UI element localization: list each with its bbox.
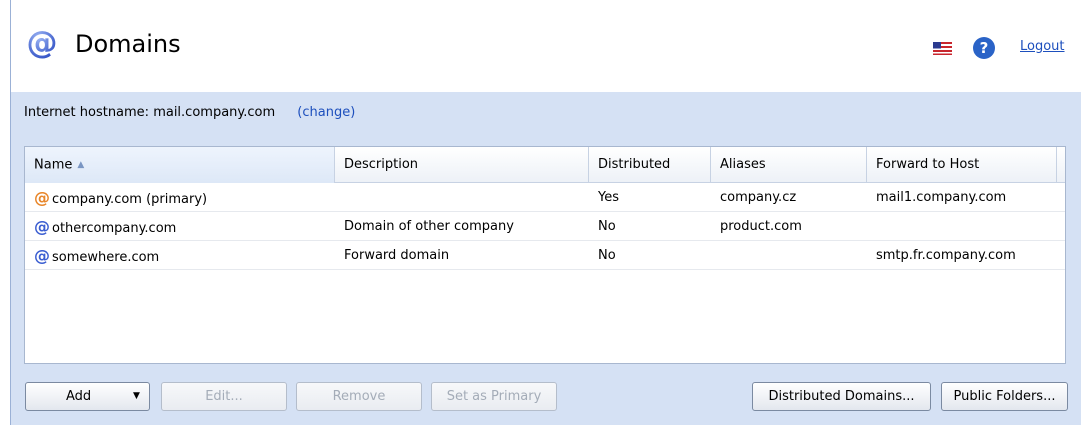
column-header-distributed[interactable]: Distributed <box>589 147 711 183</box>
cell-forward-to-host: smtp.fr.company.com <box>876 248 1016 263</box>
logout-link[interactable]: Logout <box>1020 39 1065 54</box>
table-row[interactable]: @ othercompany.com Domain of other compan… <box>25 212 1065 241</box>
domain-name: company.com (primary) <box>52 192 208 207</box>
svg-text:@: @ <box>27 26 58 60</box>
add-button[interactable]: Add ▼ <box>25 382 150 411</box>
change-hostname-link[interactable]: (change) <box>297 105 355 120</box>
page-header: @ Domains ? Logout <box>11 0 1081 92</box>
cell-aliases: company.cz <box>720 190 797 205</box>
cell-name: @ somewhere.com <box>25 241 335 270</box>
remove-button[interactable]: Remove <box>296 382 422 411</box>
cell-name: @ company.com (primary) <box>25 183 335 212</box>
at-icon: @ <box>34 217 50 236</box>
at-icon: @ <box>34 246 50 265</box>
cell-distributed: Yes <box>598 190 619 205</box>
cell-description: Forward domain <box>344 248 450 263</box>
at-sign-icon: @ <box>27 26 58 60</box>
domains-panel: Internet hostname: mail.company.com (cha… <box>11 92 1081 425</box>
column-header-name[interactable]: Name ▲ <box>25 147 335 183</box>
cell-forward-to-host <box>867 212 1057 241</box>
sort-ascending-icon: ▲ <box>77 160 85 170</box>
us-flag-icon[interactable] <box>933 42 952 55</box>
column-header-description[interactable]: Description <box>335 147 589 183</box>
column-header-label: Name <box>34 157 73 173</box>
cell-distributed: No <box>598 219 616 234</box>
cell-distributed: No <box>598 248 616 263</box>
domain-name: othercompany.com <box>52 221 177 236</box>
cell-name: @ othercompany.com <box>25 212 335 241</box>
cell-aliases: product.com <box>720 219 802 234</box>
column-header-forward-to-host[interactable]: Forward to Host <box>867 147 1057 183</box>
page-title: Domains <box>75 30 181 58</box>
table-row[interactable]: @ somewhere.com Forward domain No smtp.fr… <box>25 241 1065 270</box>
hostname-row: Internet hostname: mail.company.com (cha… <box>24 105 355 120</box>
dropdown-arrow-icon[interactable]: ▼ <box>133 383 140 410</box>
table-header: Name ▲ Description Distributed Aliases Fo… <box>25 147 1065 183</box>
domains-table: Name ▲ Description Distributed Aliases Fo… <box>24 146 1066 364</box>
table-row[interactable]: @ company.com (primary) Yes company.cz ma… <box>25 183 1065 212</box>
edit-button[interactable]: Edit... <box>161 382 287 411</box>
set-as-primary-button[interactable]: Set as Primary <box>431 382 557 411</box>
cell-forward-to-host: mail1.company.com <box>876 190 1007 205</box>
help-icon[interactable]: ? <box>973 37 995 59</box>
distributed-domains-button[interactable]: Distributed Domains... <box>752 382 931 411</box>
public-folders-button[interactable]: Public Folders... <box>941 382 1068 411</box>
cell-description: Domain of other company <box>344 219 514 234</box>
cell-aliases <box>711 241 867 270</box>
add-button-label: Add <box>66 389 92 404</box>
domain-name: somewhere.com <box>52 250 160 265</box>
column-header-aliases[interactable]: Aliases <box>711 147 867 183</box>
cell-description <box>335 183 589 212</box>
hostname-label: Internet hostname: mail.company.com <box>24 105 276 120</box>
at-primary-icon: @ <box>34 188 50 207</box>
domains-window: @ Domains ? Logout Internet hostname: ma… <box>10 0 1081 425</box>
